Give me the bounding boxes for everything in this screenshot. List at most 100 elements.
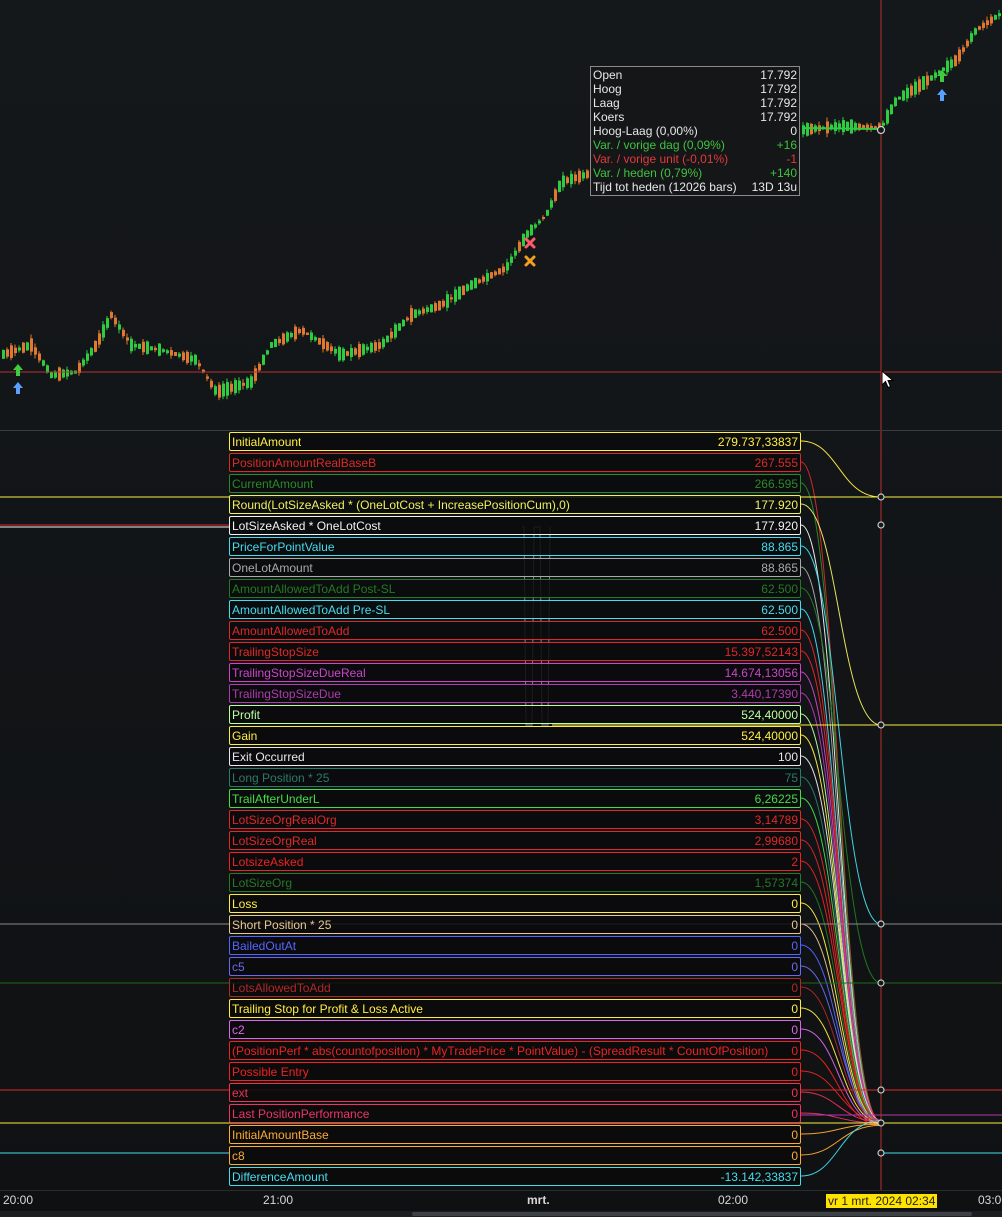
tooltip-row: Var. / vorige unit (-0,01%) -1: [593, 152, 797, 166]
indicator-label-row[interactable]: Possible Entry 0: [229, 1062, 801, 1081]
price-tooltip: Open 17.792 Hoog 17.792 Laag 17.792 Koers 17.79…: [590, 66, 800, 196]
time-axis-label: mrt.: [527, 1193, 550, 1207]
tooltip-row-value: 17.792: [760, 110, 797, 124]
indicator-value: 62.500: [761, 623, 798, 638]
indicator-label-row[interactable]: BailedOutAt 0: [229, 936, 801, 955]
indicator-label-row[interactable]: c2 0: [229, 1020, 801, 1039]
indicator-name: LotSizeOrgReal: [232, 833, 317, 848]
indicator-name: OneLotAmount: [232, 560, 313, 575]
indicator-label-row[interactable]: ext 0: [229, 1083, 801, 1102]
indicator-label-row[interactable]: Last PositionPerformance 0: [229, 1104, 801, 1123]
indicator-name: Round(LotSizeAsked * (OneLotCost + Incre…: [232, 497, 570, 512]
indicator-value: 0: [791, 980, 798, 995]
tooltip-row-value: 17.792: [760, 82, 797, 96]
indicator-value: 0: [791, 917, 798, 932]
indicator-label-row[interactable]: Long Position * 25 75: [229, 768, 801, 787]
indicator-value: 6,26225: [754, 791, 798, 806]
indicator-value: 266.595: [754, 476, 798, 491]
indicator-label-row[interactable]: Trailing Stop for Profit & Loss Active 0: [229, 999, 801, 1018]
indicator-name: TrailAfterUnderL: [232, 791, 320, 806]
indicator-label-row[interactable]: LotSizeAsked * OneLotCost 177.920: [229, 516, 801, 535]
indicator-value: 3.440,17390: [731, 686, 798, 701]
indicator-label-row[interactable]: LotsizeAsked 2: [229, 852, 801, 871]
indicator-label-row[interactable]: Exit Occurred 100: [229, 747, 801, 766]
indicator-value: 88.865: [761, 539, 798, 554]
indicator-label-row[interactable]: c8 0: [229, 1146, 801, 1165]
indicator-label-row[interactable]: TrailingStopSizeDueReal 14.674,13056: [229, 663, 801, 682]
indicator-label-row[interactable]: AmountAllowedToAdd Pre-SL 62.500: [229, 600, 801, 619]
indicator-label-row[interactable]: (PositionPerf * abs(countofposition) * M…: [229, 1041, 801, 1060]
indicator-label-row[interactable]: Profit 524,40000: [229, 705, 801, 724]
tooltip-row-value: 13D 13u: [751, 180, 797, 194]
indicator-name: DifferenceAmount: [232, 1169, 328, 1184]
indicator-label-row[interactable]: Round(LotSizeAsked * (OneLotCost + Incre…: [229, 495, 801, 514]
indicator-line: [800, 629, 882, 1126]
indicator-label-row[interactable]: Gain 524,40000: [229, 726, 801, 745]
tooltip-row-label: Hoog-Laag (0,00%): [593, 124, 698, 138]
indicator-label-row[interactable]: PriceForPointValue 88.865: [229, 537, 801, 556]
time-axis-label: 20:00: [3, 1193, 34, 1207]
indicator-name: LotsAllowedToAdd: [232, 980, 331, 995]
indicator-value: 0: [791, 959, 798, 974]
indicator-label-row[interactable]: LotsAllowedToAdd 0: [229, 978, 801, 997]
tooltip-row-label: Var. / vorige unit (-0,01%): [593, 152, 729, 166]
indicator-label-row[interactable]: Short Position * 25 0: [229, 915, 801, 934]
indicator-label-row[interactable]: Loss 0: [229, 894, 801, 913]
trading-chart-window: Open 17.792 Hoog 17.792 Laag 17.792 Koers 17.79…: [0, 0, 1002, 1217]
indicator-label-row[interactable]: InitialAmountBase 0: [229, 1125, 801, 1144]
indicator-name: c8: [232, 1148, 245, 1163]
tooltip-row: Open 17.792: [593, 68, 797, 82]
indicator-name: CurrentAmount: [232, 476, 314, 491]
indicator-value: 267.555: [754, 455, 798, 470]
indicator-value: 100: [777, 749, 798, 764]
indicator-value: 88.865: [761, 560, 798, 575]
indicator-label-row[interactable]: OneLotAmount 88.865: [229, 558, 801, 577]
tooltip-row-label: Tijd tot heden (12026 bars): [593, 180, 737, 194]
crosshair-time-label: vr 1 mrt. 2024 02:34: [826, 1194, 938, 1208]
tooltip-row-value: 17.792: [760, 68, 797, 82]
time-axis-label: 03:00: [978, 1193, 1002, 1207]
tooltip-row-value: +140: [769, 166, 797, 180]
indicator-label-row[interactable]: TrailingStopSize 15.397,52143: [229, 642, 801, 661]
tooltip-row-value: 0: [790, 124, 797, 138]
indicator-label-row[interactable]: AmountAllowedToAdd 62.500: [229, 621, 801, 640]
indicator-label-row[interactable]: c5 0: [229, 957, 801, 976]
indicator-name: InitialAmount: [232, 434, 302, 449]
indicator-name: TrailingStopSizeDue: [232, 686, 341, 701]
tooltip-row-label: Var. / heden (0,79%): [593, 166, 703, 180]
indicator-name: InitialAmountBase: [232, 1127, 329, 1142]
indicator-label-row[interactable]: CurrentAmount 266.595: [229, 474, 801, 493]
indicator-label-row[interactable]: LotSizeOrgReal 2,99680: [229, 831, 801, 850]
tooltip-row: Koers 17.792: [593, 110, 797, 124]
indicator-name: PriceForPointValue: [232, 539, 335, 554]
indicator-name: c2: [232, 1022, 245, 1037]
indicator-value: 0: [791, 896, 798, 911]
indicator-name: (PositionPerf * abs(countofposition) * M…: [232, 1043, 769, 1058]
indicator-name: Exit Occurred: [232, 749, 305, 764]
indicator-label-row[interactable]: LotSizeOrgRealOrg 3,14789: [229, 810, 801, 829]
tooltip-row-label: Var. / vorige dag (0,09%): [593, 138, 725, 152]
indicator-name: PositionAmountRealBaseB: [232, 455, 377, 470]
indicator-name: Last PositionPerformance: [232, 1106, 370, 1121]
indicator-label-row[interactable]: InitialAmount 279.737,33837: [229, 432, 801, 451]
indicator-label-row[interactable]: PositionAmountRealBaseB 267.555: [229, 453, 801, 472]
indicator-label-row[interactable]: TrailingStopSizeDue 3.440,17390: [229, 684, 801, 703]
indicator-name: Gain: [232, 728, 258, 743]
tooltip-row-label: Koers: [593, 110, 625, 124]
time-axis-label: 02:00: [718, 1193, 749, 1207]
indicator-line: [800, 1124, 882, 1156]
indicator-label-row[interactable]: LotSizeOrg 1,57374: [229, 873, 801, 892]
indicator-name: c5: [232, 959, 245, 974]
indicator-label-row[interactable]: TrailAfterUnderL 6,26225: [229, 789, 801, 808]
crosshair-value-ring: [877, 1119, 885, 1127]
indicator-name: Trailing Stop for Profit & Loss Active: [232, 1001, 423, 1016]
mouse-pointer-icon: [881, 370, 895, 389]
tooltip-row: Hoog-Laag (0,00%) 0: [593, 124, 797, 138]
indicator-name: TrailingStopSize: [232, 644, 319, 659]
indicator-value: 15.397,52143: [724, 644, 798, 659]
scrollbar-thumb[interactable]: [412, 1212, 972, 1216]
indicator-label-row[interactable]: AmountAllowedToAdd Post-SL 62.500: [229, 579, 801, 598]
indicator-name: Loss: [232, 896, 258, 911]
indicator-label-row[interactable]: DifferenceAmount -13.142,33837: [229, 1167, 801, 1186]
indicator-name: AmountAllowedToAdd Post-SL: [232, 581, 396, 596]
